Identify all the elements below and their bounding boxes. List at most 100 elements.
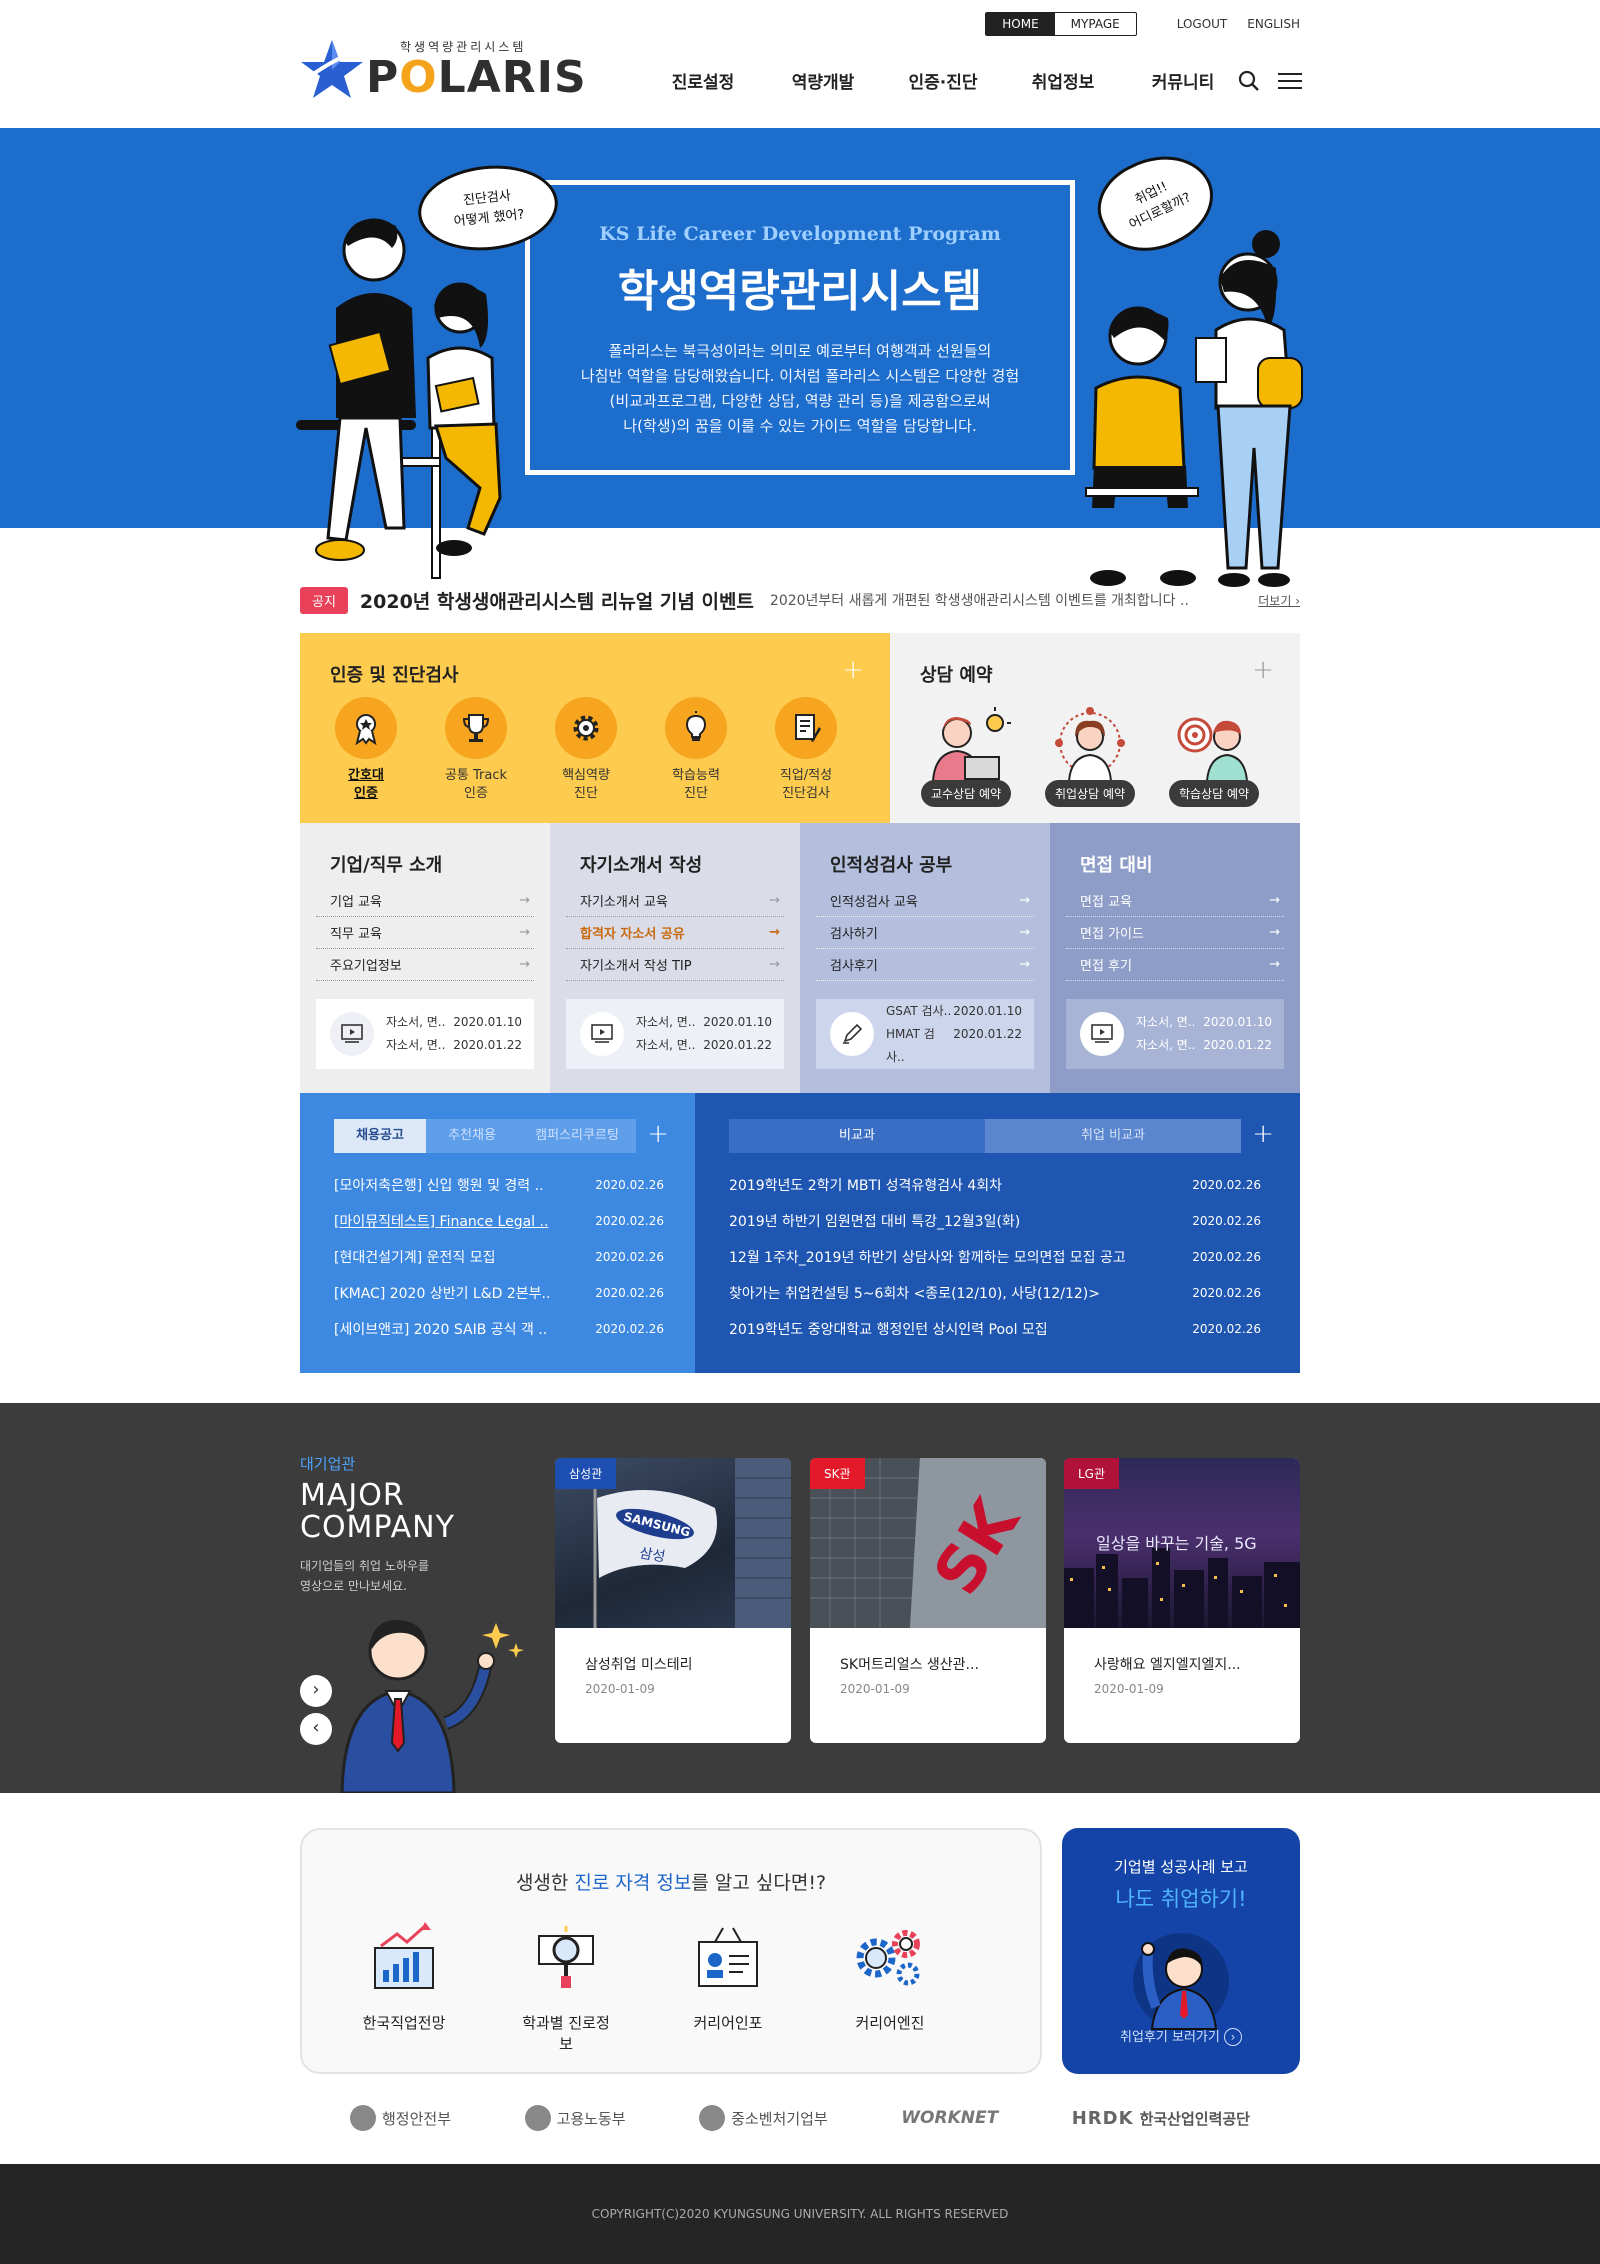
job-posting-item[interactable]: [KMAC] 2020 상반기 L&D 2본부.. 2020.02.26 [334,1275,664,1311]
content-row[interactable]: 자소서, 면.. 2020.01.10 [386,1011,522,1034]
students-right-illustration [1085,230,1303,587]
partner-hrdk[interactable]: HRDK 한국산업인력공단 [1072,2108,1250,2129]
success-link[interactable]: 취업후기 보러가기 › [1062,2026,1300,2046]
content-row[interactable]: GSAT 검사.. 2020.01.10 [886,1000,1022,1023]
column-link-active[interactable]: 합격자 자소서 공유 → [566,917,784,949]
english-link[interactable]: ENGLISH [1247,17,1300,31]
column-content-card[interactable]: GSAT 검사.. 2020.01.10 HMAT 검사.. 2020.01.22 [816,999,1034,1069]
column-link[interactable]: 기업 교육 → [316,885,534,917]
column-link[interactable]: 자기소개서 교육 → [566,885,784,917]
tab-job-postings[interactable]: 채용공고 [334,1119,426,1153]
content-row[interactable]: 자소서, 면.. 2020.01.10 [1136,1011,1272,1034]
arrow-right-icon: → [1019,957,1030,972]
career-link-major-info[interactable]: 학과별 진로정보 [516,1918,616,2054]
column-link[interactable]: 자기소개서 작성 TIP → [566,949,784,981]
counsel-item-study[interactable]: 학습상담 예약 [1166,703,1262,807]
company-card-samsung[interactable]: SAMSUNG 삼성 삼성관 삼성취업 미스테리 2020-01-09 [555,1458,791,1743]
success-person-illustration [1133,1933,1229,2030]
home-link[interactable]: HOME [986,13,1055,35]
column-link[interactable]: 인적성검사 교육 → [816,885,1034,917]
cert-item-learning-ability[interactable]: 학습능력 진단 [664,697,728,803]
carousel-next-button[interactable]: › [300,1675,332,1707]
employment-counsel-button[interactable]: 취업상담 예약 [1044,780,1136,807]
partner-worknet[interactable]: WORKNET [901,2108,998,2128]
extracurricular-date: 2020.02.26 [1192,1286,1261,1300]
column-link[interactable]: 검사하기 → [816,917,1034,949]
carousel-prev-button[interactable]: ‹ [300,1713,332,1745]
column-title: 인적성검사 공부 [830,855,953,876]
extracurricular-item[interactable]: 찾아가는 취업컨설팅 5~6회차 <종로(12/10), 사당(12/12)> 2… [729,1275,1261,1311]
counsel-item-employment[interactable]: 취업상담 예약 [1042,703,1138,807]
career-link-label: 커리어엔진 [855,2014,925,2032]
plus-icon[interactable]: + [647,1119,669,1149]
column-content-card[interactable]: 자소서, 면.. 2020.01.10 자소서, 면.. 2020.01.22 [1066,999,1284,1069]
tab-campus-recruiting[interactable]: 캠퍼스리쿠르팅 [518,1119,636,1153]
career-link-career-info[interactable]: 커리어인포 [678,1918,778,2054]
cert-item-common-track[interactable]: 공통 Track 인증 [444,697,508,803]
column-link-label: 자기소개서 교육 [580,895,668,910]
nav-item-jobs[interactable]: 취업정보 [1003,68,1123,93]
career-link-career-engine[interactable]: 커리어엔진 [840,1918,940,2054]
nav-item-community[interactable]: 커뮤니티 [1123,68,1243,93]
counsel-items: 교수상담 예약 취업상담 예약 학습상담 예약 [918,703,1262,807]
success-story-panel[interactable]: 기업별 성공사례 보고 나도 취업하기! 취업후기 보러가기 › [1062,1828,1300,2074]
plus-icon[interactable]: + [1252,655,1274,685]
major-title-line: MAJOR [300,1478,405,1513]
magnifier-icon [516,1918,616,1996]
job-posting-item[interactable]: [세이브앤코] 2020 SAIB 공식 객 .. 2020.02.26 [334,1311,664,1347]
nav-item-competency[interactable]: 역량개발 [763,68,883,93]
search-icon[interactable] [1238,70,1260,92]
column-link[interactable]: 면접 가이드 → [1066,917,1284,949]
tab-recommended[interactable]: 추천채용 [426,1119,518,1153]
content-row[interactable]: 자소서, 면.. 2020.01.22 [636,1034,772,1057]
arrow-right-icon: → [1269,957,1280,972]
column-content-card[interactable]: 자소서, 면.. 2020.01.10 자소서, 면.. 2020.01.22 [316,999,534,1069]
column-link[interactable]: 면접 교육 → [1066,885,1284,917]
arrow-right-icon: → [1019,893,1030,908]
cert-item-core-competency[interactable]: 핵심역량 진단 [554,697,618,803]
partner-mss[interactable]: 중소벤처기업부 [699,2105,828,2131]
nav-item-career[interactable]: 진로설정 [643,68,763,93]
job-posting-item[interactable]: [마이뮤직테스트] Finance Legal .. 2020.02.26 [334,1203,664,1239]
notice-more-link[interactable]: 더보기 › [1258,592,1300,609]
company-card-sk[interactable]: SK SK관 SK머트리얼스 생산관... 2020-01-09 [810,1458,1046,1743]
plus-icon[interactable]: + [1252,1119,1274,1149]
column-link[interactable]: 주요기업정보 → [316,949,534,981]
content-row[interactable]: 자소서, 면.. 2020.01.22 [1136,1034,1272,1057]
logo-letter-o: O [399,52,438,103]
content-row[interactable]: HMAT 검사.. 2020.01.22 [886,1023,1022,1069]
extracurricular-date: 2020.02.26 [1192,1178,1261,1192]
partner-mois[interactable]: 행정안전부 [350,2105,451,2131]
hamburger-menu-icon[interactable] [1278,71,1302,91]
polaris-logo[interactable]: 학생역량관리시스템 POLARIS [300,38,586,103]
career-link-job-outlook[interactable]: 한국직업전망 [354,1918,454,2054]
content-row[interactable]: 자소서, 면.. 2020.01.10 [636,1011,772,1034]
logout-link[interactable]: LOGOUT [1177,17,1228,31]
column-link[interactable]: 직무 교육 → [316,917,534,949]
column-link[interactable]: 면접 후기 → [1066,949,1284,981]
counsel-item-professor[interactable]: 교수상담 예약 [918,703,1014,807]
cert-item-nursing[interactable]: 간호대 인증 [334,697,398,803]
star-logo-icon [300,40,363,98]
mypage-link[interactable]: MYPAGE [1055,13,1136,35]
extracurricular-item[interactable]: 2019학년도 2학기 MBTI 성격유형검사 4회차 2020.02.26 [729,1167,1261,1203]
notice-title[interactable]: 2020년 학생생애관리시스템 리뉴얼 기념 이벤트 [360,587,754,614]
professor-counsel-button[interactable]: 교수상담 예약 [920,780,1012,807]
column-link[interactable]: 검사후기 → [816,949,1034,981]
nav-item-certification[interactable]: 인증·진단 [883,68,1003,93]
hrdk-logo: HRDK [1071,2107,1134,2129]
job-posting-item[interactable]: [모아저축은행] 신입 행원 및 경력 .. 2020.02.26 [334,1167,664,1203]
study-counsel-button[interactable]: 학습상담 예약 [1168,780,1260,807]
extracurricular-item[interactable]: 12월 1주차_2019년 하반기 상담사와 함께하는 모의면접 모집 공고 20… [729,1239,1261,1275]
cert-item-aptitude[interactable]: 직업/적성 진단검사 [774,697,838,803]
extracurricular-item[interactable]: 2019학년도 중앙대학교 행정인턴 상시인력 Pool 모집 2020.02.2… [729,1311,1261,1347]
company-card-lg[interactable]: 일상을 바꾸는 기술, 5G LG관 사랑해요 엘지엘지엘지... 2020-0… [1064,1458,1300,1743]
tab-job-extracurricular[interactable]: 취업 비교과 [985,1119,1241,1153]
column-content-card[interactable]: 자소서, 면.. 2020.01.10 자소서, 면.. 2020.01.22 [566,999,784,1069]
tab-extracurricular[interactable]: 비교과 [729,1119,985,1153]
content-row[interactable]: 자소서, 면.. 2020.01.22 [386,1034,522,1057]
partner-moel[interactable]: 고용노동부 [524,2105,626,2131]
plus-icon[interactable]: + [842,655,864,685]
extracurricular-item[interactable]: 2019년 하반기 임원면접 대비 특강_12월3일(화) 2020.02.26 [729,1203,1261,1239]
job-posting-item[interactable]: [현대건설기계] 운전직 모집 2020.02.26 [334,1239,664,1275]
